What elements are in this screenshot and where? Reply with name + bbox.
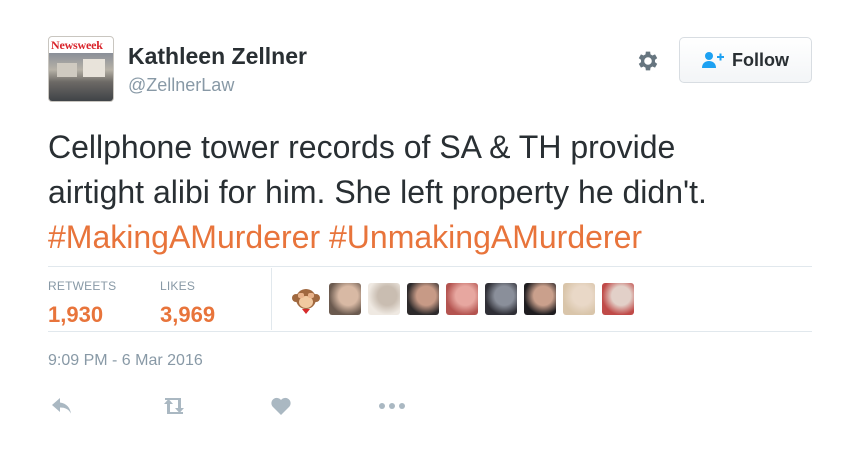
likes-stat[interactable]: LIKES 3,969 — [160, 279, 215, 328]
likes-count: 3,969 — [160, 302, 216, 327]
liker-avatar[interactable] — [446, 283, 478, 315]
liker-avatar[interactable] — [485, 283, 517, 315]
newsweek-logo: Newsweek — [49, 37, 113, 53]
follow-button[interactable]: Follow — [679, 37, 812, 83]
tweet-line-2: airtight alibi for him. She left propert… — [48, 174, 707, 210]
tweet-hashtags: #MakingAMurderer #UnmakingAMurderer — [48, 215, 828, 260]
liker-avatar[interactable] — [368, 283, 400, 315]
likes-label: LIKES — [160, 279, 196, 293]
hashtag-unmaking-a-murderer[interactable]: #UnmakingAMurderer — [329, 219, 642, 255]
stats-bottom-divider — [48, 331, 812, 332]
liker-avatar[interactable] — [563, 283, 595, 315]
liker-avatar[interactable] — [407, 283, 439, 315]
heart-icon[interactable] — [270, 394, 292, 418]
retweets-count: 1,930 — [48, 302, 104, 327]
author-avatar[interactable]: Newsweek — [48, 36, 114, 102]
retweet-icon[interactable] — [160, 394, 188, 418]
see-no-evil-monkey-icon[interactable] — [290, 283, 322, 315]
tweet-line-1: Cellphone tower records of SA & TH provi… — [48, 129, 676, 165]
follow-label: Follow — [732, 49, 789, 70]
author-handle[interactable]: @ZellnerLaw — [128, 75, 234, 96]
reply-icon[interactable] — [50, 394, 74, 418]
gear-icon[interactable] — [634, 47, 662, 75]
likers-avatars — [290, 283, 634, 315]
add-user-icon — [702, 51, 724, 69]
liker-avatar[interactable] — [329, 283, 361, 315]
more-icon[interactable] — [378, 394, 406, 418]
stats-separator — [271, 268, 272, 330]
retweets-label: RETWEETS — [48, 279, 117, 293]
tweet-timestamp[interactable]: 9:09 PM - 6 Mar 2016 — [48, 352, 203, 370]
liker-avatar[interactable] — [524, 283, 556, 315]
avatar-photo — [49, 53, 113, 101]
hashtag-making-a-murderer[interactable]: #MakingAMurderer — [48, 219, 320, 255]
retweets-stat[interactable]: RETWEETS 1,930 — [48, 279, 116, 328]
stats-top-divider — [48, 266, 812, 267]
tweet-text: Cellphone tower records of SA & TH provi… — [48, 125, 828, 260]
author-name[interactable]: Kathleen Zellner — [128, 43, 307, 70]
liker-avatar[interactable] — [602, 283, 634, 315]
